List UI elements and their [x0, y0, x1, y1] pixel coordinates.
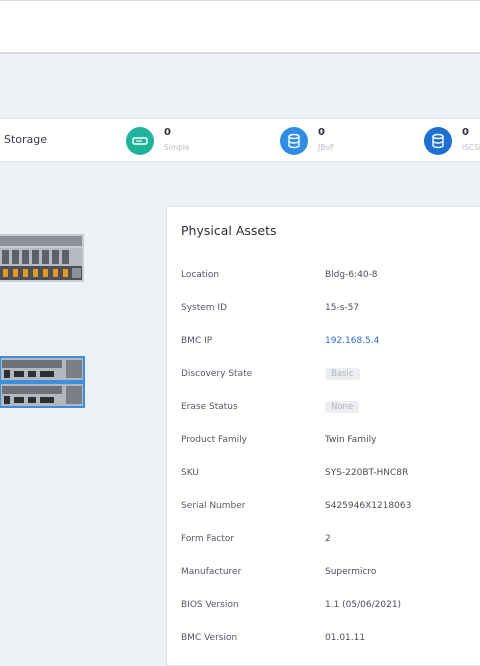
stat-value: 0: [462, 127, 469, 138]
panel-title: Physical Assets: [181, 223, 277, 238]
field-value: Supermicro: [325, 567, 377, 577]
field-label: Serial Number: [181, 501, 246, 511]
row-manufacturer: Manufacturer Supermicro: [181, 567, 480, 581]
row-system-id: System ID 15-s-57: [181, 303, 480, 317]
field-value: 1.1 (05/06/2021): [325, 600, 402, 610]
database-icon: [424, 127, 452, 155]
storage-title: Storage: [4, 133, 48, 146]
field-label: BMC IP: [181, 336, 213, 346]
row-bios-version: BIOS Version 1.1 (05/06/2021): [181, 600, 480, 614]
field-value: 15-s-57: [325, 303, 360, 313]
field-label: Product Family: [181, 435, 247, 445]
field-value: Bldg-6:40-8: [325, 270, 378, 280]
status-badge: Basic: [325, 368, 360, 380]
status-badge: None: [325, 401, 360, 413]
row-bmc-version: BMC Version 01.01.11: [181, 633, 480, 647]
row-location: Location Bldg-6:40-8: [181, 270, 480, 284]
server-rear-image[interactable]: [0, 356, 86, 408]
field-value: Twin Family: [325, 435, 377, 445]
row-bmc-ip: BMC IP 192.168.5.4: [181, 336, 480, 350]
field-value: S425946X1218063: [325, 501, 412, 511]
field-label: Form Factor: [181, 534, 235, 544]
row-form-factor: Form Factor 2: [181, 534, 480, 548]
database-icon: [280, 127, 308, 155]
stat-value: 0: [318, 127, 325, 138]
field-label: BIOS Version: [181, 600, 239, 610]
server-front-image[interactable]: [0, 234, 84, 282]
bmc-ip-link[interactable]: 192.168.5.4: [325, 336, 379, 346]
row-product-family: Product Family Twin Family: [181, 435, 480, 449]
physical-assets-panel: Physical Assets Location Bldg-6:40-8 Sys…: [166, 206, 480, 666]
stat-label: Simple: [164, 143, 190, 152]
row-sku: SKU SYS-220BT-HNC8R: [181, 468, 480, 482]
stat-value: 0: [164, 127, 171, 138]
stat-label: JBoF: [318, 143, 335, 152]
drive-icon: [126, 127, 154, 155]
top-header-bar: [0, 0, 480, 54]
row-erase-status: Erase Status None: [181, 401, 480, 416]
field-label: Manufacturer: [181, 567, 242, 577]
field-label: SKU: [181, 468, 199, 478]
field-label: Erase Status: [181, 402, 238, 412]
stat-label: iSCSI: [462, 143, 480, 152]
row-discovery-state: Discovery State Basic: [181, 368, 480, 383]
field-label: BMC Version: [181, 633, 238, 643]
field-value: SYS-220BT-HNC8R: [325, 468, 409, 478]
row-serial-number: Serial Number S425946X1218063: [181, 501, 480, 515]
field-label: Location: [181, 270, 220, 280]
field-label: System ID: [181, 303, 228, 313]
field-label: Discovery State: [181, 369, 253, 379]
storage-summary-strip: Storage 0 Simple 0 JBoF 0 iSCSI: [0, 118, 480, 162]
field-value: 2: [325, 534, 331, 544]
field-value: 01.01.11: [325, 633, 366, 643]
